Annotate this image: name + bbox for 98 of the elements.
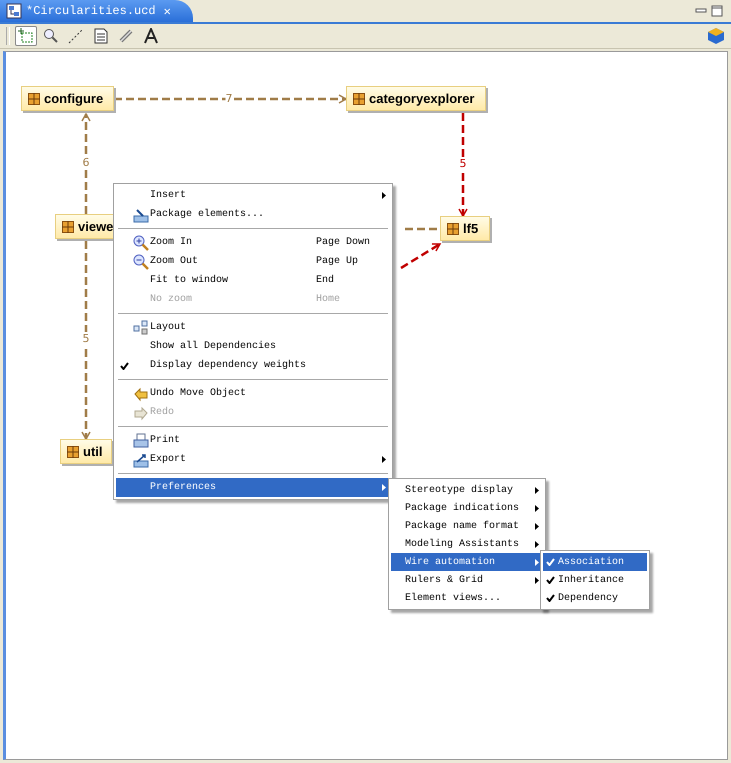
shortcut-label: Home: [316, 294, 342, 305]
package-icon: [353, 92, 365, 104]
menu-item[interactable]: Export: [116, 450, 390, 469]
editor-tab[interactable]: *Circularities.ucd ✕: [0, 0, 193, 22]
maximize-icon: [711, 5, 723, 17]
package-node[interactable]: util: [60, 439, 112, 464]
menu-item-label: Package name format: [405, 520, 520, 532]
menu-item[interactable]: Display dependency weights: [116, 356, 390, 375]
submenu-arrow-icon: [535, 504, 539, 512]
submenu-arrow-icon: [535, 522, 539, 530]
menu-item-label: Zoom Out: [150, 256, 200, 267]
menu-item-label: Rulers & Grid: [405, 574, 484, 586]
menu-item[interactable]: Fit to window End: [116, 271, 390, 290]
package-name: categoryexplorer: [369, 91, 474, 106]
submenu-arrow-icon: [382, 456, 386, 463]
close-button[interactable]: ✕: [164, 4, 171, 18]
package-icon: [447, 222, 459, 234]
check-icon: [546, 558, 555, 566]
package-name: util: [83, 444, 102, 459]
zoom-out-icon: [133, 254, 149, 270]
menu-item[interactable]: Element views...: [391, 589, 543, 607]
menu-item[interactable]: Stereotype display: [391, 481, 543, 499]
dashed-line-icon: [68, 28, 84, 44]
shortcut-label: Page Down: [316, 237, 372, 248]
menu-item[interactable]: Undo Move Object: [116, 384, 390, 403]
package-name: configure: [44, 91, 104, 106]
tab-title: *Circularities.ucd: [26, 4, 156, 18]
menu-item[interactable]: Modeling Assistants: [391, 535, 543, 553]
menu-item-label: Inheritance: [558, 574, 626, 586]
package-node[interactable]: configure: [21, 86, 114, 111]
redo-icon: [133, 404, 149, 420]
menu-item-label: Preferences: [150, 482, 218, 493]
menu-item-label: Element views...: [405, 592, 502, 604]
layout-icon: [133, 320, 149, 336]
menu-item-label: Zoom In: [150, 237, 194, 248]
menu-item-label: Print: [150, 435, 182, 446]
check-icon: [546, 594, 555, 602]
edge-label: 5: [82, 332, 90, 346]
submenu-arrow-icon: [382, 192, 386, 199]
menu-item-label: Export: [150, 454, 188, 465]
menu-item-label: Undo Move Object: [150, 388, 248, 399]
menu-item-label: Fit to window: [150, 275, 230, 286]
menu-item[interactable]: Insert: [116, 186, 390, 205]
tray-arrow-icon: [133, 206, 149, 222]
menu-item-label: Wire automation: [405, 556, 496, 568]
shortcut-label: Page Up: [316, 256, 360, 267]
export-icon: [133, 452, 149, 468]
edge-label: 5: [460, 157, 466, 171]
marquee-select-icon: [18, 28, 34, 44]
submenu-arrow-icon: [382, 484, 386, 491]
package-node[interactable]: categoryexplorer: [346, 86, 486, 111]
note-icon: [93, 28, 109, 44]
menu-item-label: Insert: [150, 190, 188, 201]
package-node[interactable]: lf5: [440, 216, 490, 241]
menu-item-label: Show all Dependencies: [150, 341, 278, 352]
menu-item[interactable]: Package elements...: [116, 205, 390, 224]
menu-item[interactable]: Layout: [116, 318, 390, 337]
menu-item-label: Stereotype display: [405, 484, 514, 496]
menu-item-label: Package elements...: [150, 209, 266, 220]
shortcut-label: End: [316, 275, 336, 286]
menu-item[interactable]: Rulers & Grid: [391, 571, 543, 589]
menu-item-label: Display dependency weights: [150, 360, 308, 371]
tool-button[interactable]: [15, 26, 37, 46]
package-icon: [67, 446, 79, 458]
menu-item[interactable]: Inheritance: [543, 571, 647, 589]
package-name: lf5: [463, 221, 478, 236]
menu-item[interactable]: Dependency: [543, 589, 647, 607]
menu-item[interactable]: Zoom Out Page Up: [116, 252, 390, 271]
menu-item-label: Association: [558, 556, 626, 568]
check-icon: [546, 576, 555, 584]
menu-item[interactable]: Preferences: [116, 478, 390, 497]
package-icon: [28, 92, 40, 104]
diagram-icon: [6, 3, 22, 19]
menu-item[interactable]: Wire automation: [391, 553, 543, 571]
package-name: viewe: [78, 219, 114, 234]
submenu-arrow-icon: [535, 486, 539, 494]
zoom-icon: [43, 28, 59, 44]
menu-item-label: Modeling Assistants: [405, 538, 520, 550]
check-icon: [120, 362, 128, 370]
menu-item-label: Dependency: [558, 592, 620, 604]
text-tool-icon: [143, 28, 159, 44]
package-icon: [62, 220, 74, 232]
menu-item[interactable]: Print: [116, 431, 390, 450]
menu-item[interactable]: Show all Dependencies: [116, 337, 390, 356]
menu-item-label: No zoom: [150, 294, 194, 305]
menu-item[interactable]: Package indications: [391, 499, 543, 517]
menu-item[interactable]: Association: [543, 553, 647, 571]
zoom-in-icon: [133, 234, 149, 250]
submenu-arrow-icon: [535, 540, 539, 548]
menu-item[interactable]: Package name format: [391, 517, 543, 535]
menu-item-label: Redo: [150, 407, 176, 418]
undo-icon: [133, 386, 149, 402]
menu-item-label: Package indications: [405, 502, 520, 514]
cube-icon: [707, 27, 725, 45]
submenu-arrow-icon: [535, 576, 539, 584]
menu-item-label: Layout: [150, 322, 188, 333]
printer-icon: [133, 432, 149, 448]
menu-item[interactable]: Zoom In Page Down: [116, 233, 390, 252]
